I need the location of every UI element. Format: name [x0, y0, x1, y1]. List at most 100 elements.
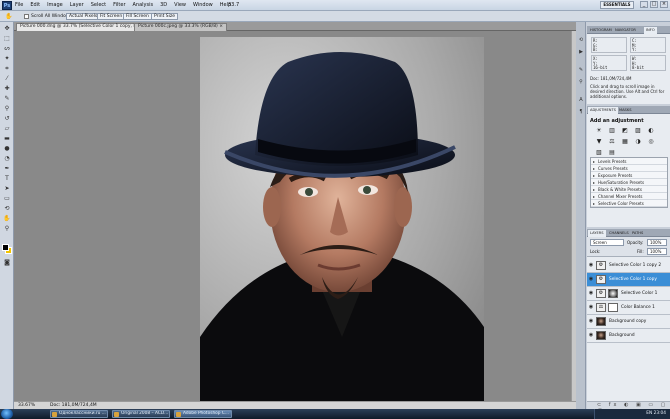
menu-file[interactable]: File	[15, 2, 23, 8]
preset-channel-mixer[interactable]: Channel Mixer Presets	[591, 193, 667, 200]
tab-channels[interactable]: CHANNELS	[607, 230, 631, 237]
visibility-eye-icon[interactable]: ◉	[588, 332, 594, 338]
levels-icon[interactable]: ▥	[607, 127, 617, 135]
gradient-tool-icon[interactable]: ▬	[2, 134, 12, 143]
dodge-tool-icon[interactable]: ◔	[2, 154, 12, 163]
layer-mask-thumb[interactable]	[608, 289, 618, 298]
menu-edit[interactable]: Edit	[30, 2, 40, 8]
layer-row[interactable]: ◉ ⚙ Selective Color 1 copy 2	[587, 259, 670, 273]
print-size-button[interactable]: Print Size	[151, 13, 179, 20]
layer-row[interactable]: ◉ ⚖ Color Balance 1	[587, 301, 670, 315]
tab-masks[interactable]: MASKS	[617, 107, 633, 114]
menu-analysis[interactable]: Analysis	[133, 2, 154, 8]
layer-name[interactable]: Color Balance 1	[621, 305, 655, 310]
opacity-field[interactable]: 100%	[647, 239, 667, 246]
tab-info[interactable]: INFO	[644, 27, 657, 34]
eyedropper-icon[interactable]: ⁄	[2, 74, 12, 83]
marquee-tool-icon[interactable]: ⬚	[2, 34, 12, 43]
preset-black-white[interactable]: Black & White Presets	[591, 186, 667, 193]
character-icon[interactable]: A	[577, 96, 585, 104]
layer-name[interactable]: Selective Color 1 copy 2	[609, 263, 661, 268]
tab-paths[interactable]: PATHS	[630, 230, 645, 237]
maximize-button[interactable]: □	[650, 1, 658, 8]
task-acdsee[interactable]: Original 2008 – ACD...	[112, 410, 170, 418]
channel-mixer-icon[interactable]: ◎	[646, 138, 656, 146]
layer-mask-thumb[interactable]	[608, 303, 618, 312]
close-button[interactable]: ×	[660, 1, 668, 8]
visibility-eye-icon[interactable]: ◉	[588, 276, 594, 282]
hue-saturation-icon[interactable]: ▼	[594, 138, 604, 146]
layer-row[interactable]: ◉ ⚙ Selective Color 1	[587, 287, 670, 301]
curves-icon[interactable]: ◩	[620, 127, 630, 135]
fill-screen-button[interactable]: Fill Screen	[123, 13, 152, 20]
tab-layers[interactable]: LAYERS	[588, 230, 606, 237]
status-zoom[interactable]: 33.67%	[18, 402, 35, 409]
task-odnoklassniki[interactable]: Одноклассники.ru ...	[50, 410, 108, 418]
lasso-tool-icon[interactable]: ᔕ	[2, 44, 12, 53]
actions-icon[interactable]: ▶	[577, 48, 585, 56]
photo-filter-icon[interactable]: ◑	[633, 138, 643, 146]
menu-3d[interactable]: 3D	[160, 2, 167, 8]
fill-field[interactable]: 100%	[647, 248, 667, 255]
menu-window[interactable]: Window	[193, 2, 213, 8]
menu-view[interactable]: View	[174, 2, 186, 8]
brushes-icon[interactable]: ✎	[577, 66, 585, 74]
menu-image[interactable]: Image	[47, 2, 63, 8]
visibility-eye-icon[interactable]: ◉	[588, 318, 594, 324]
foreground-color-swatch[interactable]	[2, 244, 9, 251]
preset-levels[interactable]: Levels Presets	[591, 158, 667, 165]
preset-curves[interactable]: Curves Presets	[591, 165, 667, 172]
history-icon[interactable]: ⟲	[577, 36, 585, 44]
document-canvas[interactable]	[14, 31, 571, 401]
vibrance-icon[interactable]: ◐	[646, 127, 656, 135]
move-tool-icon[interactable]: ✥	[2, 24, 12, 33]
tab-navigator[interactable]: NAVIGATOR	[613, 27, 638, 34]
layer-name[interactable]: Selective Color 1	[621, 291, 657, 296]
zoom-tool-icon[interactable]: ⚲	[2, 224, 12, 233]
3d-rotate-icon[interactable]: ⟲	[2, 204, 12, 213]
layers-footer-buttons[interactable]: ⊂ fx ◐ ▣ ▭ ▢ 🗑	[587, 401, 670, 415]
path-select-icon[interactable]: ➤	[2, 184, 12, 193]
visibility-eye-icon[interactable]: ◉	[588, 290, 594, 296]
invert-icon[interactable]: ▧	[594, 149, 604, 157]
black-white-icon[interactable]: ▦	[620, 138, 630, 146]
visibility-eye-icon[interactable]: ◉	[588, 262, 594, 268]
menu-filter[interactable]: Filter	[113, 2, 125, 8]
hand-tool-icon[interactable]: ✋	[2, 214, 12, 223]
minimize-button[interactable]: _	[640, 1, 648, 8]
preset-hue-saturation[interactable]: Hue/Saturation Presets	[591, 179, 667, 186]
menu-select[interactable]: Select	[91, 2, 106, 8]
visibility-eye-icon[interactable]: ◉	[588, 304, 594, 310]
brightness-contrast-icon[interactable]: ☀	[594, 127, 604, 135]
history-brush-icon[interactable]: ↺	[2, 114, 12, 123]
scroll-all-checkbox[interactable]	[24, 14, 29, 19]
blend-mode-select[interactable]: Screen	[590, 239, 624, 246]
menu-layer[interactable]: Layer	[70, 2, 84, 8]
clone-stamp-icon[interactable]: ⚲	[2, 104, 12, 113]
type-tool-icon[interactable]: T	[2, 174, 12, 183]
layer-name[interactable]: Background copy	[609, 319, 646, 324]
color-balance-icon[interactable]: ⚖	[607, 138, 617, 146]
clone-source-icon[interactable]: ⚲	[577, 78, 585, 86]
shape-tool-icon[interactable]: ▭	[2, 194, 12, 203]
layer-name[interactable]: Selective Color 1 copy	[609, 277, 657, 282]
gradient-map-icon[interactable]: ▤	[607, 149, 617, 157]
layer-name[interactable]: Background	[609, 333, 635, 338]
healing-brush-icon[interactable]: ✚	[2, 84, 12, 93]
tab-adjustments[interactable]: ADJUSTMENTS	[588, 107, 618, 114]
task-photoshop[interactable]: Adobe Photoshop C...	[174, 410, 232, 418]
layer-row-active[interactable]: ◉ ⚙ Selective Color 1 copy	[587, 273, 670, 287]
preset-exposure[interactable]: Exposure Presets	[591, 172, 667, 179]
language-indicator[interactable]: EN	[646, 411, 652, 416]
layer-row[interactable]: ◉ Background copy	[587, 315, 670, 329]
quick-mask-icon[interactable]: ◙	[2, 258, 12, 267]
actual-pixels-button[interactable]: Actual Pixels	[66, 13, 101, 20]
tab-picture-000c-jpeg[interactable]: Picture 000c.jpeg @ 33.3% (RGB/8) ×	[134, 23, 228, 31]
magic-wand-icon[interactable]: ✦	[2, 54, 12, 63]
paragraph-icon[interactable]: ¶	[577, 108, 585, 116]
blur-tool-icon[interactable]: ●	[2, 144, 12, 153]
clock[interactable]: 23:04	[654, 411, 666, 416]
pen-tool-icon[interactable]: ✒	[2, 164, 12, 173]
workspace-switcher[interactable]: ESSENTIALS	[600, 1, 634, 9]
fit-screen-button[interactable]: Fit Screen	[97, 13, 126, 20]
